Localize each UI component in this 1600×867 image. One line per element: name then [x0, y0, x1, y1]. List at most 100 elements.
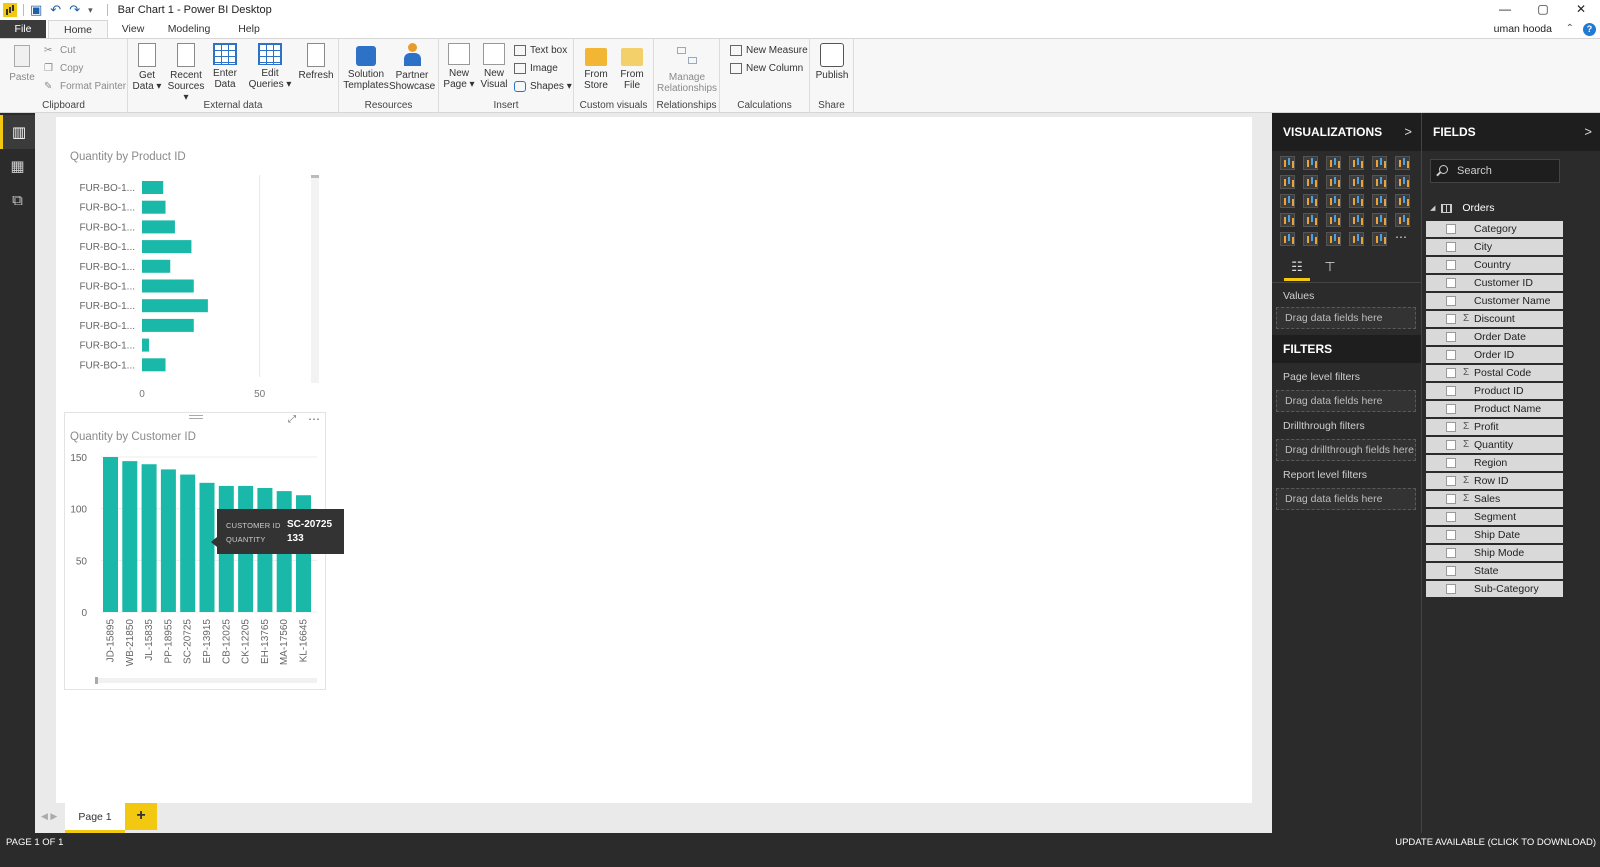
visual-type-icon[interactable]	[1349, 194, 1364, 208]
collapse-ribbon-icon[interactable]: ⌃	[1566, 20, 1574, 38]
visual-type-icon[interactable]	[1280, 194, 1295, 208]
undo-icon[interactable]: ↶	[50, 2, 61, 18]
field-checkbox[interactable]	[1446, 332, 1456, 342]
from-file-button[interactable]: From File	[614, 43, 650, 91]
field-checkbox[interactable]	[1446, 566, 1456, 576]
new-column-button[interactable]: New Column	[730, 63, 803, 74]
field-checkbox[interactable]	[1446, 476, 1456, 486]
visual-type-icon[interactable]	[1280, 232, 1295, 246]
text-box-button[interactable]: Text box	[514, 45, 567, 56]
visual-type-icon[interactable]	[1326, 156, 1341, 170]
field-item[interactable]: Sub-Category	[1426, 581, 1563, 597]
field-item[interactable]: Product ID	[1426, 383, 1563, 399]
visual-type-icon[interactable]	[1349, 175, 1364, 189]
customize-toolbar-icon[interactable]: ▾	[88, 5, 93, 16]
field-item[interactable]: Σ Profit	[1426, 419, 1563, 435]
field-item[interactable]: Customer ID	[1426, 275, 1563, 291]
page-nav-arrows-icon[interactable]: ◀ ▶	[41, 811, 57, 822]
user-name[interactable]: uman hooda	[1494, 20, 1552, 38]
get-data-button[interactable]: Get Data ▾	[128, 43, 166, 92]
field-checkbox[interactable]	[1446, 494, 1456, 504]
chevron-right-icon[interactable]: >	[1404, 113, 1412, 151]
save-icon[interactable]: ▣	[30, 2, 42, 18]
new-measure-button[interactable]: New Measure	[730, 45, 808, 56]
field-checkbox[interactable]	[1446, 314, 1456, 324]
field-item[interactable]: Σ Quantity	[1426, 437, 1563, 453]
field-checkbox[interactable]	[1446, 368, 1456, 378]
visual-type-icon[interactable]	[1326, 213, 1341, 227]
field-item[interactable]: Σ Row ID	[1426, 473, 1563, 489]
format-painter-button[interactable]: ✎ Format Painter	[44, 81, 126, 92]
data-view-icon[interactable]: ▦	[0, 149, 35, 183]
visual-type-icon[interactable]	[1303, 156, 1318, 170]
fields-well-icon[interactable]: ☷	[1284, 259, 1310, 281]
paste-button[interactable]: Paste	[6, 43, 38, 83]
field-item[interactable]: City	[1426, 239, 1563, 255]
field-item[interactable]: Customer Name	[1426, 293, 1563, 309]
visual-type-icon[interactable]	[1395, 175, 1410, 189]
visual-type-icon[interactable]	[1372, 232, 1387, 246]
field-item[interactable]: Σ Postal Code	[1426, 365, 1563, 381]
field-checkbox[interactable]	[1446, 440, 1456, 450]
tab-home[interactable]: Home	[48, 20, 108, 38]
tab-view[interactable]: View	[115, 20, 151, 38]
field-checkbox[interactable]	[1446, 386, 1456, 396]
solution-templates-button[interactable]: Solution Templates	[343, 43, 389, 91]
manage-relationships-button[interactable]: Manage Relationships	[656, 43, 718, 94]
add-page-button[interactable]: +	[125, 803, 157, 830]
field-item[interactable]: Segment	[1426, 509, 1563, 525]
redo-icon[interactable]: ↷	[69, 2, 80, 18]
field-checkbox[interactable]	[1446, 242, 1456, 252]
page-filters-drop-zone[interactable]: Drag data fields here	[1276, 390, 1416, 412]
visual-type-icon[interactable]	[1326, 194, 1341, 208]
tab-modeling[interactable]: Modeling	[160, 20, 218, 38]
field-checkbox[interactable]	[1446, 260, 1456, 270]
refresh-button[interactable]: Refresh	[296, 43, 336, 81]
table-orders[interactable]: ◢ Orders	[1430, 200, 1494, 216]
field-item[interactable]: Product Name	[1426, 401, 1563, 417]
field-item[interactable]: Category	[1426, 221, 1563, 237]
field-item[interactable]: Order ID	[1426, 347, 1563, 363]
field-checkbox[interactable]	[1446, 422, 1456, 432]
visual-type-icon[interactable]	[1349, 232, 1364, 246]
values-drop-zone[interactable]: Drag data fields here	[1276, 307, 1416, 329]
field-item[interactable]: Country	[1426, 257, 1563, 273]
field-item[interactable]: Region	[1426, 455, 1563, 471]
close-button[interactable]: ✕	[1562, 0, 1600, 20]
visual-type-icon[interactable]	[1372, 194, 1387, 208]
update-available-link[interactable]: UPDATE AVAILABLE (CLICK TO DOWNLOAD)	[1395, 837, 1596, 848]
field-checkbox[interactable]	[1446, 404, 1456, 414]
field-item[interactable]: Ship Date	[1426, 527, 1563, 543]
field-checkbox[interactable]	[1446, 224, 1456, 234]
report-view-icon[interactable]: ▥	[0, 115, 35, 149]
partner-showcase-button[interactable]: Partner Showcase	[389, 43, 435, 92]
shapes-button[interactable]: Shapes ▾	[514, 81, 572, 92]
from-store-button[interactable]: From Store	[578, 43, 614, 91]
publish-button[interactable]: Publish	[812, 43, 852, 81]
more-visuals-icon[interactable]: ⋯	[1395, 230, 1407, 244]
tab-file[interactable]: File	[0, 20, 46, 38]
visual-type-icon[interactable]	[1303, 232, 1318, 246]
expand-caret-icon[interactable]: ◢	[1430, 204, 1435, 212]
enter-data-button[interactable]: Enter Data	[208, 43, 242, 90]
field-item[interactable]: Σ Discount	[1426, 311, 1563, 327]
field-item[interactable]: Order Date	[1426, 329, 1563, 345]
minimize-button[interactable]: —	[1486, 0, 1524, 20]
field-checkbox[interactable]	[1446, 278, 1456, 288]
visual-type-icon[interactable]	[1349, 213, 1364, 227]
visual-type-icon[interactable]	[1372, 213, 1387, 227]
field-item[interactable]: Ship Mode	[1426, 545, 1563, 561]
chevron-right-icon[interactable]: >	[1584, 113, 1592, 151]
field-checkbox[interactable]	[1446, 458, 1456, 468]
visual-type-icon[interactable]	[1395, 213, 1410, 227]
visual-type-icon[interactable]	[1303, 194, 1318, 208]
report-filters-drop-zone[interactable]: Drag data fields here	[1276, 488, 1416, 510]
visual-type-icon[interactable]	[1303, 175, 1318, 189]
relationships-view-icon[interactable]: ⧉	[0, 183, 35, 217]
copy-button[interactable]: ❐ Copy	[44, 63, 83, 74]
edit-queries-button[interactable]: Edit Queries ▾	[248, 43, 292, 90]
visual-type-icon[interactable]	[1326, 232, 1341, 246]
recent-sources-button[interactable]: Recent Sources ▾	[166, 43, 206, 103]
fields-search-input[interactable]: Search	[1430, 159, 1560, 183]
field-checkbox[interactable]	[1446, 584, 1456, 594]
